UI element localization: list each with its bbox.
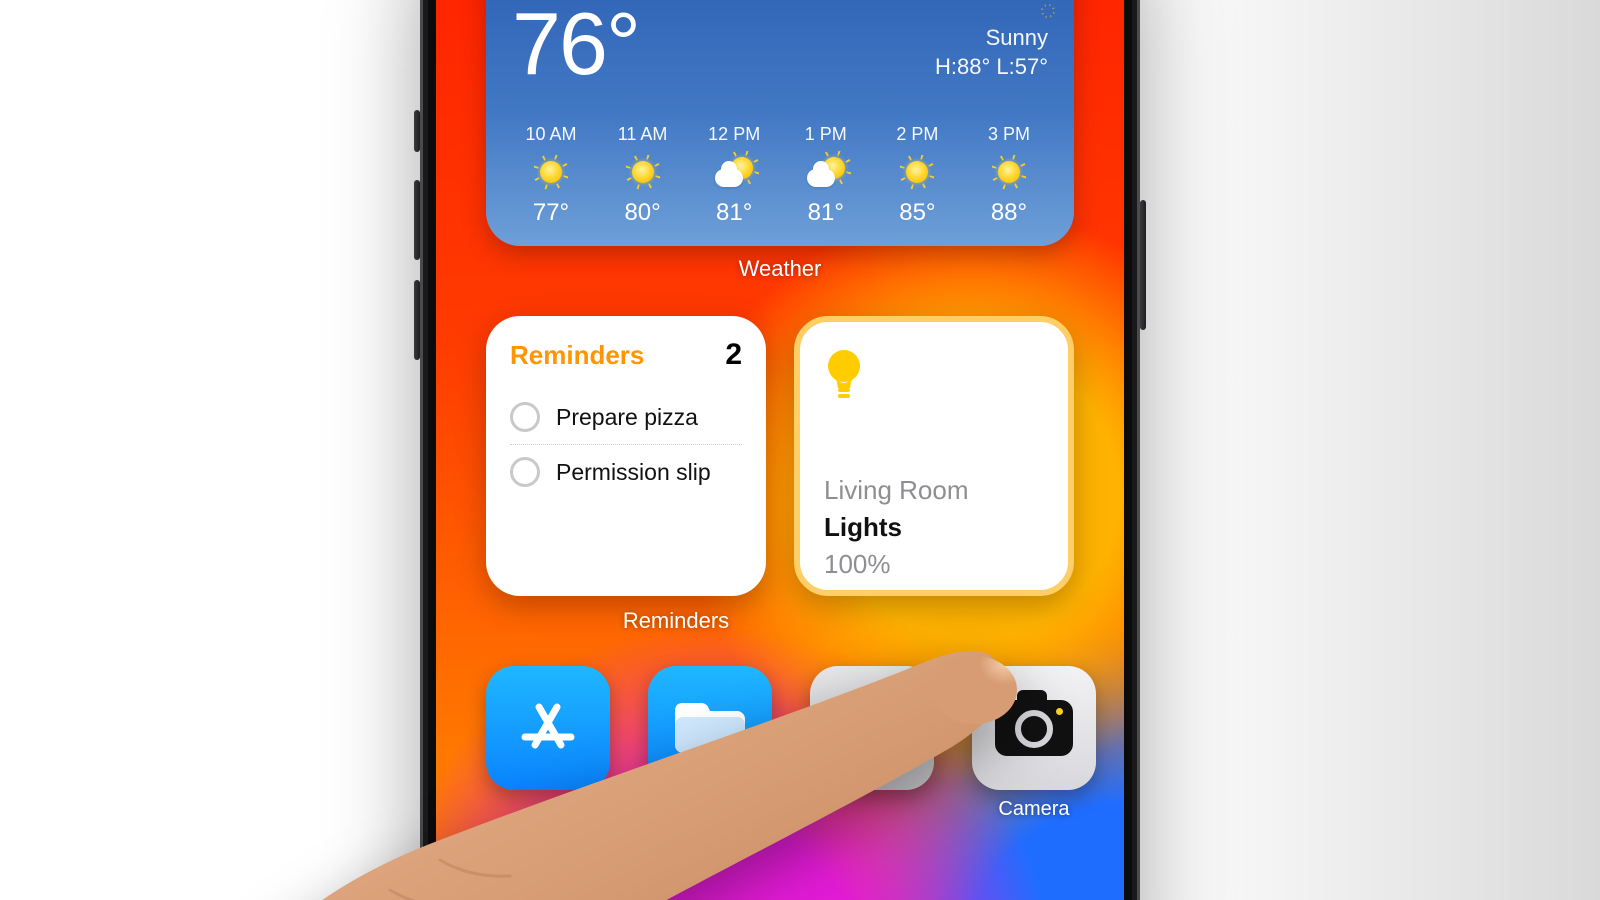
weather-hour-temp: 80°: [624, 199, 660, 227]
weather-current-temp: 76°: [512, 0, 639, 88]
phone-frame: Sonoma 76° Sunny H:88° L:57° 10 AM 77° 1…: [420, 0, 1140, 900]
weather-hour-time: 2 PM: [896, 124, 938, 145]
app-appstore[interactable]: [486, 666, 610, 821]
settings-icon: [810, 666, 934, 790]
partly-cloudy-icon: [807, 155, 845, 189]
weather-hour: 12 PM 81°: [695, 124, 773, 227]
reminders-widget-label: Reminders: [486, 608, 866, 634]
app-files[interactable]: [648, 666, 772, 821]
app-camera[interactable]: Camera: [972, 666, 1096, 821]
camera-icon: [972, 666, 1096, 790]
weather-hour-time: 11 AM: [618, 124, 668, 145]
reminder-text: Permission slip: [556, 459, 711, 486]
backdrop-shadow: [1120, 0, 1600, 900]
reminder-item[interactable]: Permission slip: [510, 445, 742, 499]
weather-hour-temp: 88°: [991, 199, 1027, 227]
reminder-checkbox[interactable]: [510, 457, 540, 487]
weather-condition-block: Sunny H:88° L:57°: [935, 0, 1048, 88]
reminders-title: Reminders: [510, 340, 644, 371]
app-row: Camera: [486, 666, 1074, 821]
mute-switch[interactable]: [414, 110, 420, 152]
sun-icon: [540, 155, 562, 189]
weather-hour: 3 PM 88°: [970, 124, 1048, 227]
weather-hour: 10 AM 77°: [512, 124, 590, 227]
weather-condition: Sunny: [986, 25, 1048, 50]
weather-hourly-row: 10 AM 77° 11 AM 80° 12 PM 81°: [512, 110, 1048, 227]
bulb-icon: [824, 348, 1044, 407]
sun-icon: [632, 155, 654, 189]
sun-icon: [998, 155, 1020, 189]
app-label: Camera: [998, 798, 1069, 821]
reminder-item[interactable]: Prepare pizza: [510, 390, 742, 445]
volume-down[interactable]: [414, 280, 420, 360]
files-icon: [648, 666, 772, 790]
weather-hour: 2 PM 85°: [878, 124, 956, 227]
weather-widget[interactable]: Sonoma 76° Sunny H:88° L:57° 10 AM 77° 1…: [486, 0, 1074, 246]
volume-up[interactable]: [414, 180, 420, 260]
weather-hour-temp: 81°: [808, 199, 844, 227]
home-device: Lights: [824, 512, 1044, 543]
weather-hour: 1 PM 81°: [787, 124, 865, 227]
app-settings[interactable]: [810, 666, 934, 821]
home-percent: 100%: [824, 549, 1044, 580]
reminders-widget[interactable]: Reminders 2 Prepare pizza Permission sli…: [486, 316, 766, 596]
weather-hour-time: 12 PM: [708, 124, 760, 145]
reminder-text: Prepare pizza: [556, 404, 698, 431]
weather-hour-time: 3 PM: [988, 124, 1030, 145]
reminder-checkbox[interactable]: [510, 402, 540, 432]
home-room: Living Room: [824, 475, 1044, 506]
reminders-count: 2: [725, 338, 742, 372]
appstore-icon: [486, 666, 610, 790]
partly-cloudy-icon: [715, 155, 753, 189]
home-screen[interactable]: Sonoma 76° Sunny H:88° L:57° 10 AM 77° 1…: [436, 0, 1124, 900]
weather-high-low: H:88° L:57°: [935, 54, 1048, 79]
power-button[interactable]: [1140, 200, 1146, 330]
weather-hour-time: 10 AM: [525, 124, 576, 145]
weather-widget-label: Weather: [436, 256, 1124, 282]
weather-hour: 11 AM 80°: [604, 124, 682, 227]
weather-hour-temp: 85°: [899, 199, 935, 227]
weather-hour-temp: 77°: [533, 199, 569, 227]
sun-icon: [906, 155, 928, 189]
weather-hour-time: 1 PM: [805, 124, 847, 145]
home-widget[interactable]: Living Room Lights 100%: [794, 316, 1074, 596]
weather-hour-temp: 81°: [716, 199, 752, 227]
